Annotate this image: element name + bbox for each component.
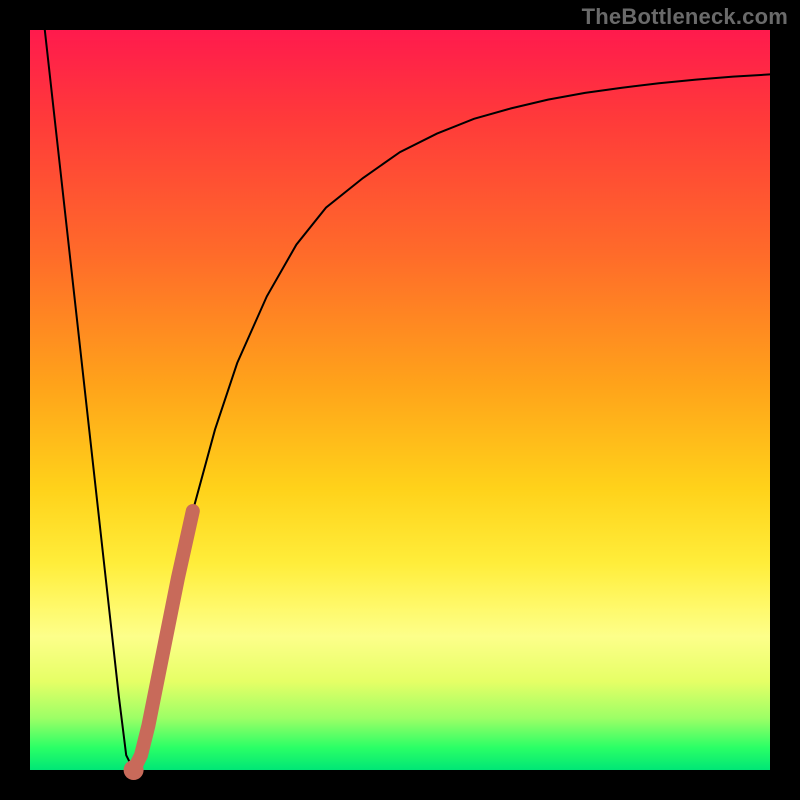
plot-area	[30, 30, 770, 770]
chart-stage: TheBottleneck.com	[0, 0, 800, 800]
minimum-dot	[124, 760, 144, 780]
watermark-text: TheBottleneck.com	[582, 4, 788, 30]
curve-layer	[30, 30, 770, 770]
highlight-segment	[134, 511, 193, 770]
bottleneck-curve	[45, 30, 770, 770]
